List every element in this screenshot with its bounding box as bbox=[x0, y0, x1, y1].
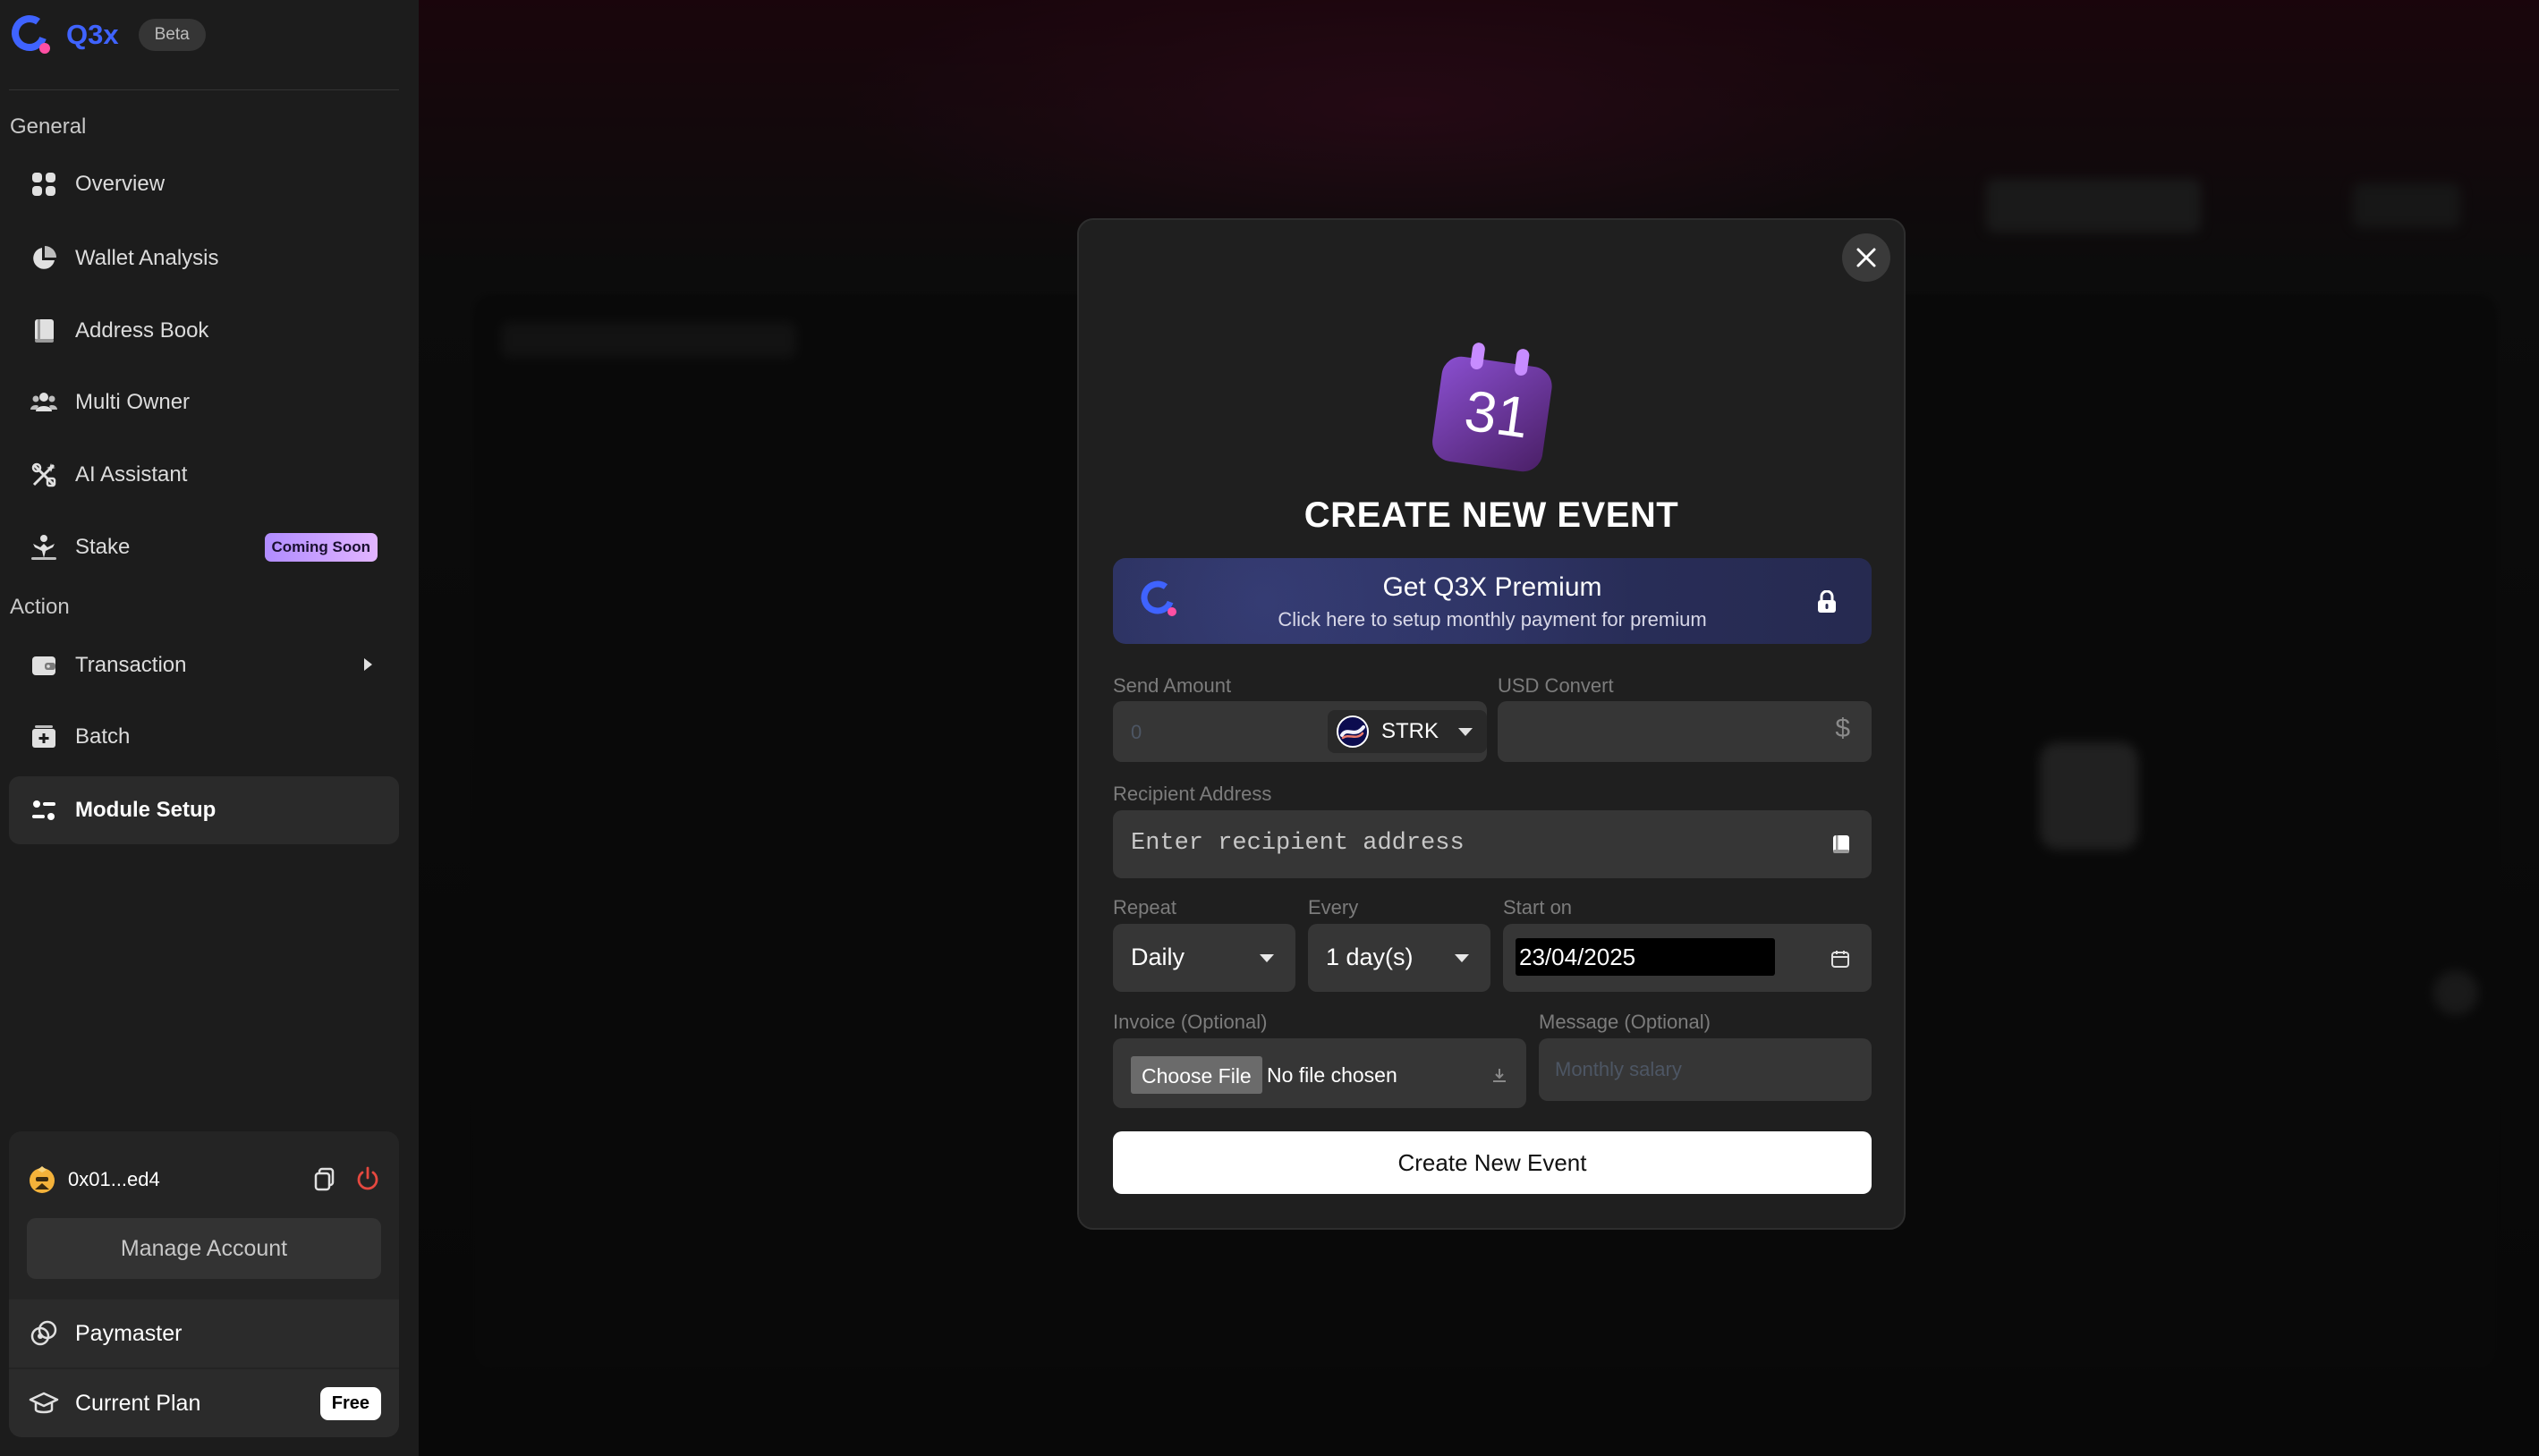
close-icon bbox=[1855, 246, 1878, 269]
modal-title: CREATE NEW EVENT bbox=[1303, 495, 1679, 535]
q3x-logo-icon bbox=[9, 13, 54, 57]
send-amount-label: Send Amount bbox=[1113, 674, 1232, 697]
every-label: Every bbox=[1308, 896, 1359, 918]
account-row: 0x01...ed4 bbox=[27, 1160, 381, 1199]
paymaster-item[interactable]: Paymaster bbox=[9, 1299, 399, 1367]
sidebar-item-module-setup[interactable]: Module Setup bbox=[9, 776, 399, 844]
sidebar-item-label: Module Setup bbox=[75, 798, 217, 822]
recipient-address-field[interactable]: Enter recipient address bbox=[1113, 810, 1872, 878]
sidebar-item-multi-owner[interactable]: Multi Owner bbox=[9, 368, 399, 436]
sidebar-item-label: Stake bbox=[75, 535, 131, 559]
copy-icon[interactable] bbox=[311, 1165, 338, 1192]
chevron-down-icon bbox=[1260, 954, 1274, 962]
chevron-down-icon bbox=[1458, 727, 1473, 736]
address-book-icon[interactable] bbox=[1830, 834, 1852, 855]
wallet-icon bbox=[29, 650, 59, 681]
sidebar-item-label: Transaction bbox=[75, 653, 187, 677]
recipient-label: Recipient Address bbox=[1113, 783, 1272, 805]
message-label: Message (Optional) bbox=[1539, 1011, 1711, 1033]
usd-convert-label: USD Convert bbox=[1498, 674, 1614, 697]
send-amount-field[interactable]: 0 STRK bbox=[1113, 701, 1487, 762]
repeat-value: Daily bbox=[1131, 944, 1185, 970]
coming-soon-badge: Coming Soon bbox=[264, 533, 378, 562]
brand[interactable]: Q3x Beta bbox=[9, 13, 206, 57]
premium-title: Get Q3X Premium bbox=[1382, 572, 1602, 602]
sidebar-item-label: Batch bbox=[75, 724, 131, 749]
create-new-event-button[interactable]: Create New Event bbox=[1113, 1131, 1872, 1194]
file-status: No file chosen bbox=[1267, 1063, 1397, 1087]
sidebar-item-transaction[interactable]: Transaction bbox=[9, 631, 399, 699]
message-input[interactable]: Monthly salary bbox=[1555, 1058, 1682, 1081]
usd-convert-field[interactable]: $ bbox=[1498, 701, 1872, 762]
sidebar-item-address-book[interactable]: Address Book bbox=[9, 297, 399, 365]
token-select[interactable]: STRK bbox=[1328, 710, 1487, 753]
repeat-select[interactable]: Daily bbox=[1113, 924, 1295, 992]
repeat-label: Repeat bbox=[1113, 896, 1176, 918]
beta-badge: Beta bbox=[138, 19, 206, 51]
wallet-address: 0x01...ed4 bbox=[68, 1168, 160, 1190]
paymaster-label: Paymaster bbox=[75, 1320, 183, 1346]
sidebar: Q3x Beta General Overview Wallet Analysi… bbox=[0, 0, 419, 1456]
sidebar-item-stake[interactable]: Stake Coming Soon bbox=[9, 513, 399, 581]
download-icon bbox=[1490, 1065, 1508, 1085]
invoice-field[interactable]: Choose File No file chosen bbox=[1113, 1038, 1526, 1108]
calendar-picker-icon[interactable] bbox=[1830, 949, 1850, 969]
start-on-field[interactable]: 23/04/2025 bbox=[1503, 924, 1872, 992]
module-icon bbox=[29, 795, 59, 825]
sidebar-item-label: AI Assistant bbox=[75, 462, 188, 487]
account-actions bbox=[311, 1165, 381, 1192]
grid-icon bbox=[29, 169, 59, 199]
sidebar-item-label: Address Book bbox=[75, 318, 209, 343]
book-icon bbox=[29, 316, 59, 346]
calendar-day: 31 bbox=[1460, 377, 1533, 451]
sidebar-item-ai-assistant[interactable]: AI Assistant bbox=[9, 441, 399, 509]
chevron-down-icon bbox=[1455, 954, 1469, 962]
strk-token-icon bbox=[1335, 714, 1371, 749]
avatar bbox=[27, 1164, 57, 1195]
lock-icon bbox=[1816, 590, 1838, 614]
sidebar-item-label: Wallet Analysis bbox=[75, 246, 219, 270]
account-panel: 0x01...ed4 Manage Account Paymaster Curr… bbox=[9, 1131, 399, 1437]
power-icon[interactable] bbox=[354, 1165, 381, 1192]
sidebar-item-wallet-analysis[interactable]: Wallet Analysis bbox=[9, 224, 399, 292]
plan-badge: Free bbox=[319, 1387, 381, 1420]
sidebar-item-label: Overview bbox=[75, 172, 166, 196]
create-event-modal: 31 CREATE NEW EVENT Get Q3X Premium Clic… bbox=[1077, 218, 1906, 1230]
start-on-label: Start on bbox=[1503, 896, 1573, 918]
sidebar-item-label: Multi Owner bbox=[75, 390, 191, 414]
ai-icon bbox=[29, 460, 59, 490]
sidebar-item-batch[interactable]: Batch bbox=[9, 703, 399, 771]
every-select[interactable]: 1 day(s) bbox=[1308, 924, 1490, 992]
brand-name: Q3x bbox=[66, 19, 119, 50]
paymaster-icon bbox=[29, 1318, 59, 1349]
choose-file-button[interactable]: Choose File bbox=[1131, 1056, 1262, 1094]
send-amount-input[interactable]: 0 bbox=[1131, 721, 1142, 744]
premium-banner[interactable]: Get Q3X Premium Click here to setup mont… bbox=[1113, 558, 1872, 644]
divider bbox=[9, 89, 399, 90]
recipient-address-input[interactable]: Enter recipient address bbox=[1131, 830, 1465, 857]
graduation-cap-icon bbox=[29, 1388, 59, 1418]
current-plan-item[interactable]: Current Plan Free bbox=[9, 1369, 399, 1437]
stake-icon bbox=[29, 532, 59, 563]
current-plan-label: Current Plan bbox=[75, 1390, 201, 1416]
dollar-icon: $ bbox=[1835, 714, 1850, 743]
close-button[interactable] bbox=[1842, 233, 1890, 282]
every-value: 1 day(s) bbox=[1326, 944, 1414, 970]
pie-chart-icon bbox=[29, 243, 59, 274]
message-field[interactable]: Monthly salary bbox=[1539, 1038, 1872, 1101]
section-title-general: General bbox=[10, 114, 87, 139]
manage-account-button[interactable]: Manage Account bbox=[27, 1218, 381, 1279]
chevron-right-icon bbox=[364, 658, 372, 671]
sidebar-item-overview[interactable]: Overview bbox=[9, 150, 399, 218]
token-symbol: STRK bbox=[1381, 719, 1439, 743]
batch-icon bbox=[29, 722, 59, 752]
premium-subtitle: Click here to setup monthly payment for … bbox=[1278, 608, 1707, 631]
section-title-action: Action bbox=[10, 595, 70, 619]
users-icon bbox=[29, 387, 59, 418]
invoice-label: Invoice (Optional) bbox=[1113, 1011, 1268, 1033]
start-date-input[interactable]: 23/04/2025 bbox=[1516, 938, 1775, 976]
